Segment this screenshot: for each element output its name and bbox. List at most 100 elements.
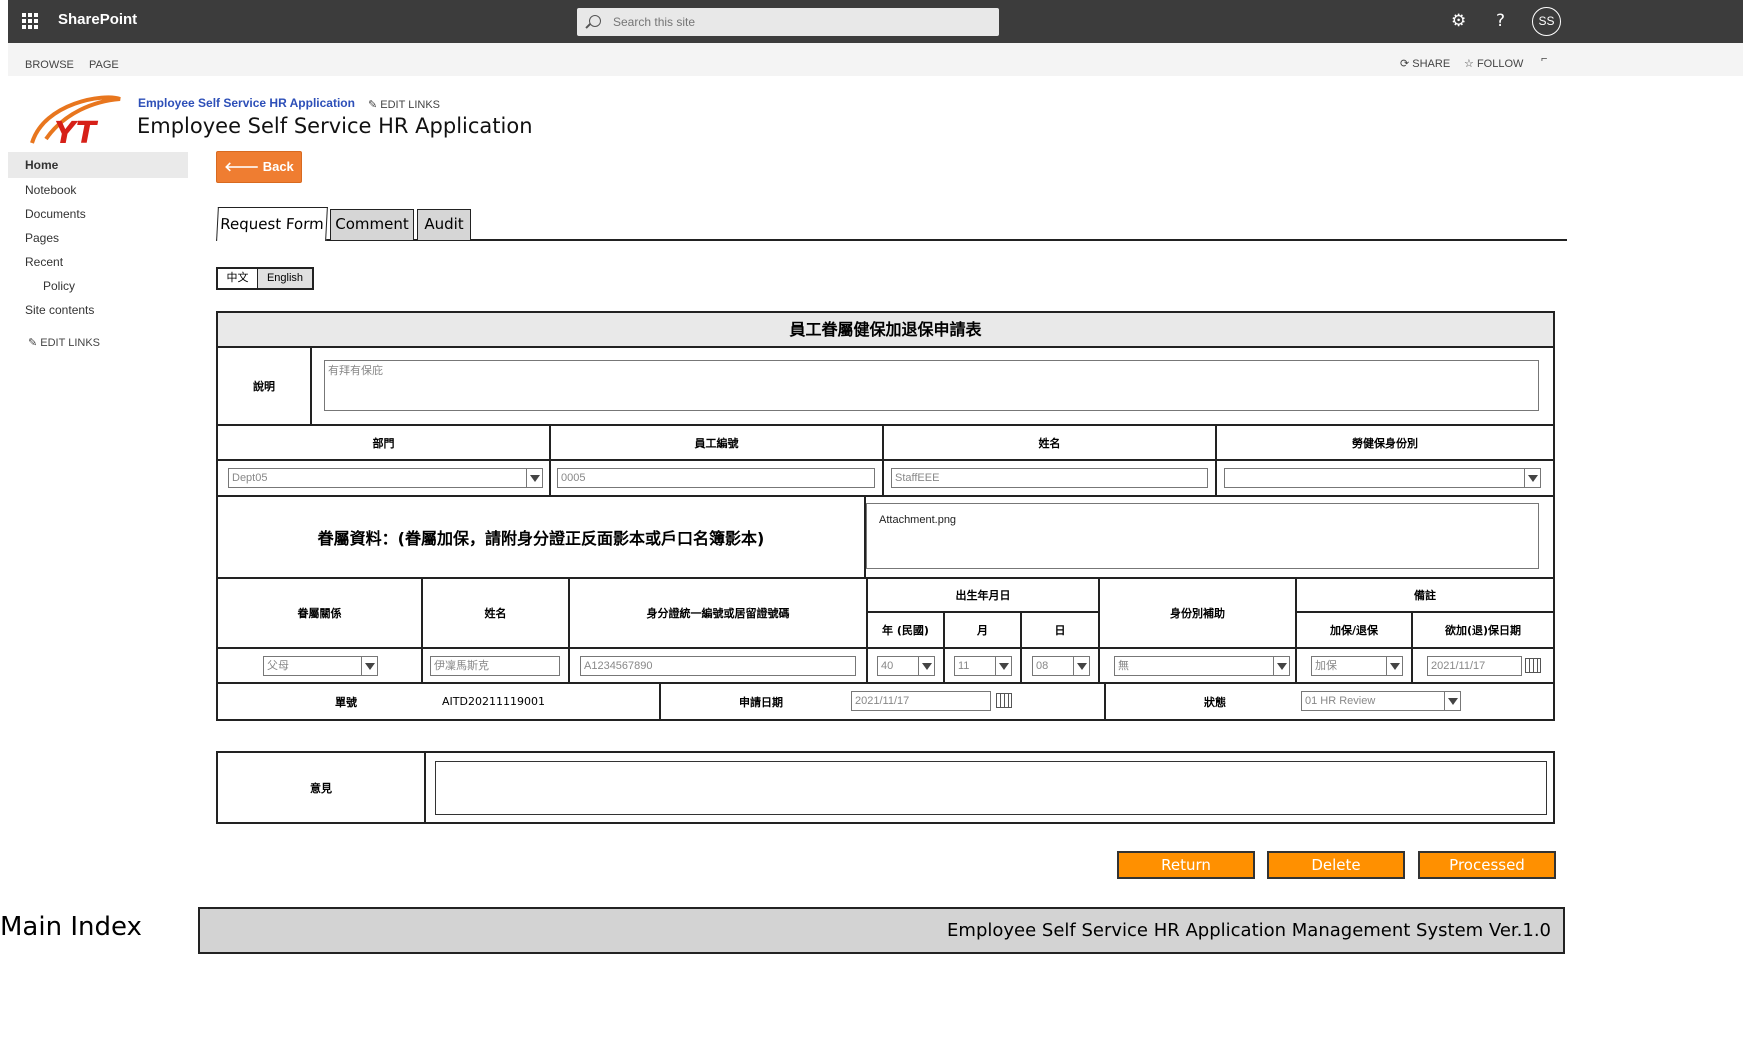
nav-item-documents[interactable]: Documents <box>8 202 188 226</box>
header-dep-name: 姓名 <box>423 579 570 647</box>
search-box[interactable] <box>577 8 999 36</box>
header-add-remove: 加保/退保 <box>1297 613 1413 647</box>
order-no-label: 單號 <box>335 695 357 709</box>
month-select[interactable]: 11 <box>954 656 1012 676</box>
status-label: 狀態 <box>1204 695 1226 709</box>
nav-item-site-contents[interactable]: Site contents <box>8 298 188 322</box>
dept-cell: Dept05 <box>218 461 551 495</box>
return-button[interactable]: Return <box>1117 851 1255 879</box>
nav-item-home[interactable]: Home <box>8 152 188 178</box>
dept-select[interactable]: Dept05 <box>228 468 543 488</box>
chevron-down-icon[interactable] <box>526 469 542 487</box>
main-index-link[interactable]: Main Index <box>0 912 142 942</box>
request-form: 員工眷屬健保加退保申請表 說明 有拜有保庇 部門 員工編號 姓名 勞健保身份別 … <box>216 311 1555 721</box>
ins-type-select[interactable] <box>1224 468 1541 488</box>
day-cell: 08 <box>1022 649 1100 682</box>
description-row: 說明 有拜有保庇 <box>218 348 1553 426</box>
add-remove-select[interactable]: 加保 <box>1311 656 1403 676</box>
id-number-field[interactable]: A1234567890 <box>580 656 856 676</box>
app-launcher-icon[interactable] <box>22 13 38 29</box>
processed-button[interactable]: Processed <box>1418 851 1556 879</box>
subsidy-select[interactable]: 無 <box>1114 656 1290 676</box>
chevron-down-icon[interactable] <box>1524 469 1540 487</box>
emp-no-cell: 0005 <box>551 461 884 495</box>
header-subsidy: 身份別補助 <box>1100 579 1297 647</box>
relation-cell: 父母 <box>218 649 423 682</box>
header-remark: 備註 <box>1297 579 1553 613</box>
chevron-down-icon[interactable] <box>1386 657 1402 675</box>
delete-button[interactable]: Delete <box>1267 851 1405 879</box>
apply-date-label: 申請日期 <box>739 695 783 709</box>
calendar-icon[interactable] <box>1525 658 1541 673</box>
nav-item-notebook[interactable]: Notebook <box>8 178 188 202</box>
back-button[interactable]: 🡐 Back <box>216 151 302 183</box>
dependent-heading: 眷屬資料：(眷屬加保，請附身分證正反面影本或戶口名簿影本) <box>218 497 866 577</box>
status-cell: 狀態 01 HR Review <box>1106 684 1553 719</box>
order-no-value: AITD20211119001 <box>442 695 545 708</box>
ribbon-tab-page[interactable]: PAGE <box>89 59 119 71</box>
ribbon-tab-browse[interactable]: BROWSE <box>25 59 74 71</box>
opinion-textarea[interactable] <box>435 761 1547 815</box>
tab-audit[interactable]: Audit <box>417 209 471 240</box>
year-cell: 40 <box>868 649 945 682</box>
header-dept: 部門 <box>218 426 551 459</box>
nav-item-recent[interactable]: Recent <box>8 250 188 274</box>
year-select[interactable]: 40 <box>877 656 935 676</box>
calendar-icon[interactable] <box>996 693 1012 708</box>
dependent-header-row: 眷屬關係 姓名 身分證統一編號或居留證號碼 出生年月日 年 (民國) 月 日 身… <box>218 579 1553 649</box>
tab-comment[interactable]: Comment <box>330 209 414 240</box>
search-input[interactable] <box>613 12 973 32</box>
company-logo-icon[interactable]: YT <box>24 93 124 153</box>
tab-request-form[interactable]: Request Form <box>216 207 328 241</box>
nav-item-policy[interactable]: Policy <box>8 274 188 298</box>
ribbon: BROWSE PAGE ⟳ SHARE ☆ FOLLOW ⌐ <box>8 43 1743 76</box>
help-icon[interactable]: ? <box>1496 11 1505 31</box>
arrow-left-icon: 🡐 <box>224 159 260 174</box>
svg-text:YT: YT <box>54 116 99 151</box>
dep-name-field[interactable]: 伊凜馬斯克 <box>430 656 560 676</box>
header-row-1: 部門 員工編號 姓名 勞健保身份別 <box>218 426 1553 461</box>
chevron-down-icon[interactable] <box>1073 657 1089 675</box>
subsidy-cell: 無 <box>1100 649 1297 682</box>
input-row-1: Dept05 0005 StaffEEE <box>218 461 1553 497</box>
focus-icon[interactable]: ⌐ <box>1541 53 1547 65</box>
add-remove-cell: 加保 <box>1297 649 1413 682</box>
ins-date-cell: 2021/11/17 <box>1413 649 1553 682</box>
lang-english-button[interactable]: English <box>258 269 312 288</box>
edit-links-top[interactable]: ✎ EDIT LINKS <box>368 98 440 111</box>
chevron-down-icon[interactable] <box>995 657 1011 675</box>
follow-button[interactable]: ☆ FOLLOW <box>1464 57 1523 70</box>
attachment-cell: Attachment.png <box>866 497 1553 577</box>
share-button[interactable]: ⟳ SHARE <box>1400 57 1450 70</box>
star-icon: ☆ <box>1464 58 1474 70</box>
brand-name[interactable]: SharePoint <box>58 11 137 28</box>
dependent-heading-row: 眷屬資料：(眷屬加保，請附身分證正反面影本或戶口名簿影本) Attachment… <box>218 497 1553 579</box>
header-birth: 出生年月日 <box>868 579 1098 613</box>
lang-chinese-button[interactable]: 中文 <box>218 269 258 288</box>
chevron-down-icon[interactable] <box>1273 657 1289 675</box>
apply-date-field[interactable]: 2021/11/17 <box>851 691 991 711</box>
system-footer: Employee Self Service HR Application Man… <box>198 907 1565 954</box>
emp-no-field[interactable]: 0005 <box>557 468 875 488</box>
gear-icon[interactable]: ⚙ <box>1451 11 1466 31</box>
site-link-title[interactable]: Employee Self Service HR Application <box>138 96 355 110</box>
relation-select[interactable]: 父母 <box>263 656 378 676</box>
header-id-number: 身分證統一編號或居留證號碼 <box>570 579 868 647</box>
nav-edit-links[interactable]: ✎ EDIT LINKS <box>8 336 188 349</box>
ins-date-field[interactable]: 2021/11/17 <box>1427 656 1522 676</box>
remark-header-group: 備註 加保/退保 欲加(退)保日期 <box>1297 579 1553 647</box>
nav-item-pages[interactable]: Pages <box>8 226 188 250</box>
status-select[interactable]: 01 HR Review <box>1301 691 1461 711</box>
chevron-down-icon[interactable] <box>918 657 934 675</box>
search-icon[interactable] <box>589 15 601 27</box>
pencil-icon: ✎ <box>368 99 378 111</box>
attachment-box[interactable]: Attachment.png <box>866 503 1539 569</box>
chevron-down-icon[interactable] <box>1444 692 1460 710</box>
birth-header-group: 出生年月日 年 (民國) 月 日 <box>868 579 1100 647</box>
name-field[interactable]: StaffEEE <box>891 468 1208 488</box>
header-year: 年 (民國) <box>868 613 945 647</box>
avatar[interactable]: SS <box>1532 7 1561 36</box>
day-select[interactable]: 08 <box>1032 656 1090 676</box>
chevron-down-icon[interactable] <box>361 657 377 675</box>
description-field[interactable]: 有拜有保庇 <box>324 360 1539 411</box>
